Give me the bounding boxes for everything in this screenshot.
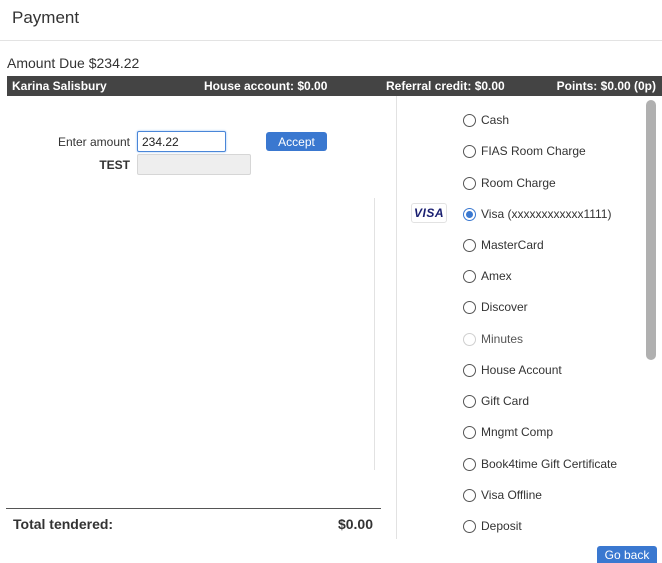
payment-method-label: FIAS Room Charge <box>481 144 586 158</box>
test-input[interactable] <box>137 154 251 175</box>
payment-method-label: Room Charge <box>481 176 556 190</box>
payment-method-label: Deposit <box>481 519 522 533</box>
payment-method-visa-offline[interactable]: Visa Offline <box>463 485 542 505</box>
visa-logo-icon: VISA <box>411 203 447 223</box>
payment-method-discover[interactable]: Discover <box>463 297 528 317</box>
radio-icon[interactable] <box>463 238 476 252</box>
customer-name: Karina Salisbury <box>12 79 107 93</box>
payment-method-mastercard[interactable]: MasterCard <box>463 235 544 255</box>
methods-scrollbar-thumb[interactable] <box>646 100 656 360</box>
radio-disabled-icon <box>463 332 476 346</box>
title-divider <box>0 40 662 41</box>
radio-icon[interactable] <box>463 425 476 439</box>
payment-method-fias-room-charge[interactable]: FIAS Room Charge <box>463 141 586 161</box>
points-balance: Points: $0.00 (0p) <box>556 79 656 93</box>
radio-icon[interactable] <box>463 363 476 377</box>
payment-method-label: Minutes <box>481 332 524 346</box>
payment-method-label: Visa (xxxxxxxxxxxx1111) <box>481 207 612 221</box>
payment-method-label: Discover <box>481 300 528 314</box>
payment-method-label: Gift Card <box>481 394 530 408</box>
payment-method-minutes: Minutes <box>463 329 523 349</box>
radio-selected-icon[interactable] <box>463 207 476 221</box>
payment-method-gift-card[interactable]: Gift Card <box>463 391 529 411</box>
payment-method-label: House Account <box>481 363 562 377</box>
total-divider <box>6 508 381 509</box>
page-title: Payment <box>12 8 80 27</box>
radio-icon[interactable] <box>463 488 476 502</box>
payment-method-book4time-gift-certificate[interactable]: Book4time Gift Certificate <box>463 454 617 474</box>
payment-method-visa[interactable]: Visa (xxxxxxxxxxxx1111) <box>463 204 611 224</box>
payment-method-label: MasterCard <box>481 238 544 252</box>
payment-method-room-charge[interactable]: Room Charge <box>463 173 556 193</box>
accept-button[interactable]: Accept <box>266 132 327 151</box>
payment-method-label: Amex <box>481 269 512 283</box>
payment-method-amex[interactable]: Amex <box>463 266 512 286</box>
radio-icon[interactable] <box>463 144 476 158</box>
total-tendered-value: $0.00 <box>337 516 373 532</box>
total-tendered-label: Total tendered: <box>13 516 114 532</box>
panel-divider <box>374 198 375 470</box>
radio-icon[interactable] <box>463 300 476 314</box>
payment-method-mngmt-comp[interactable]: Mngmt Comp <box>463 422 553 442</box>
radio-icon[interactable] <box>463 176 476 190</box>
radio-icon[interactable] <box>463 394 476 408</box>
payment-method-house-account[interactable]: House Account <box>463 360 562 380</box>
amount-due: Amount Due $234.22 <box>7 55 140 71</box>
radio-icon[interactable] <box>463 457 476 471</box>
radio-icon[interactable] <box>463 113 476 127</box>
referral-credit-balance: Referral credit: $0.00 <box>386 79 505 93</box>
payment-method-label: Mngmt Comp <box>481 425 554 439</box>
payment-methods-panel[interactable]: VISA Cash FIAS Room Charge Room Charge V… <box>396 96 660 539</box>
enter-amount-label: Enter amount <box>57 135 130 149</box>
customer-info-bar: Karina Salisbury House account: $0.00 Re… <box>7 76 662 96</box>
payment-method-deposit[interactable]: Deposit <box>463 516 522 536</box>
test-label: TEST <box>99 158 130 172</box>
radio-icon[interactable] <box>463 269 476 283</box>
go-back-button[interactable]: Go back <box>597 546 657 563</box>
radio-icon[interactable] <box>463 519 476 533</box>
payment-method-label: Visa Offline <box>481 488 542 502</box>
payment-method-label: Book4time Gift Certificate <box>481 457 618 471</box>
amount-input[interactable] <box>137 131 226 152</box>
payment-method-label: Cash <box>481 113 510 127</box>
payment-method-cash[interactable]: Cash <box>463 110 509 130</box>
house-account-balance: House account: $0.00 <box>204 79 328 93</box>
